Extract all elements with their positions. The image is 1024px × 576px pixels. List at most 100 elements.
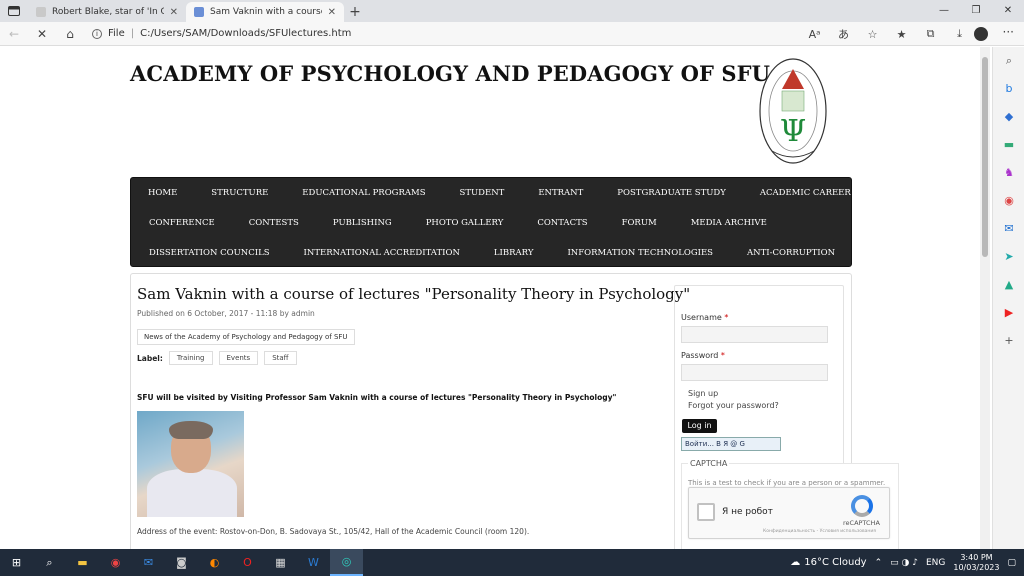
nav-item-structure[interactable]: STRUCTURE: [211, 188, 268, 198]
page-scrollbar[interactable]: [980, 47, 990, 549]
window-controls: — ❐ ✕: [928, 0, 1024, 22]
page-favicon-icon: [36, 7, 46, 17]
forgot-password-link[interactable]: Forgot your password?: [688, 401, 779, 410]
nav-item-anti-corruption[interactable]: ANTI-CORRUPTION: [747, 248, 835, 258]
university-logo: Ψ: [758, 55, 828, 167]
close-icon[interactable]: ✕: [170, 7, 178, 18]
add-icon[interactable]: +: [993, 327, 1024, 355]
captcha-note: This is a test to check if you are a per…: [688, 479, 886, 487]
password-label: Password *: [681, 351, 725, 360]
edge-icon[interactable]: ◎: [330, 549, 363, 576]
file-explorer-icon[interactable]: ▬: [66, 549, 99, 576]
tag-staff[interactable]: Staff: [264, 351, 297, 365]
speaker-photo: [137, 411, 244, 517]
username-input[interactable]: [681, 326, 828, 343]
tab-sam-vaknin[interactable]: Sam Vaknin with a course of lectu ✕: [186, 2, 344, 22]
site-title: ACADEMY OF PSYCHOLOGY AND PEDAGOGY OF SF…: [130, 61, 771, 86]
notifications-icon[interactable]: ▢: [1007, 558, 1016, 568]
word-icon[interactable]: W: [297, 549, 330, 576]
search-icon[interactable]: ⌕: [993, 47, 1024, 75]
tools-icon[interactable]: ▬: [993, 131, 1024, 159]
back-icon[interactable]: ←: [0, 27, 28, 41]
nav-row: HOME STRUCTURE EDUCATIONAL PROGRAMS STUD…: [148, 178, 851, 208]
nav-item-student[interactable]: STUDENT: [460, 188, 505, 198]
nav-item-postgraduate-study[interactable]: POSTGRADUATE STUDY: [617, 188, 726, 198]
nav-item-information-technologies[interactable]: INFORMATION TECHNOLOGIES: [567, 248, 713, 258]
nav-item-forum[interactable]: FORUM: [622, 218, 657, 228]
nav-item-home[interactable]: HOME: [148, 188, 177, 198]
outlook-icon[interactable]: ✉: [132, 549, 165, 576]
tag-events[interactable]: Events: [218, 351, 259, 365]
tab-robert-blake[interactable]: Robert Blake, star of 'In Cold Blo ✕: [28, 2, 186, 22]
url-field[interactable]: i File | C:/Users/SAM/Downloads/SFUlectu…: [92, 28, 351, 39]
shopping-icon[interactable]: ◆: [993, 103, 1024, 131]
games-icon[interactable]: ♞: [993, 159, 1024, 187]
username-label: Username *: [681, 313, 729, 322]
nav-item-academic-career[interactable]: ACADEMIC CAREER: [760, 188, 851, 198]
chrome-icon[interactable]: ◉: [99, 549, 132, 576]
weather-widget[interactable]: ☁ 16°C Cloudy: [790, 557, 866, 568]
tab-actions-icon[interactable]: [0, 0, 28, 22]
favorite-add-icon[interactable]: ☆: [858, 28, 887, 41]
restore-icon[interactable]: ❐: [960, 0, 992, 22]
telegram-icon[interactable]: ➤: [993, 243, 1024, 271]
social-login-button[interactable]: Войти... В Я @ G: [681, 437, 781, 451]
close-icon[interactable]: ✕: [328, 7, 336, 18]
windows-start-icon[interactable]: ⊞: [0, 549, 33, 576]
tag-training[interactable]: Training: [168, 351, 213, 365]
tray-icons[interactable]: ▭ ◑ ♪: [890, 558, 918, 568]
stop-icon[interactable]: ✕: [28, 27, 56, 41]
recaptcha-checkbox[interactable]: [697, 503, 715, 521]
password-input[interactable]: [681, 364, 828, 381]
nav-item-contacts[interactable]: CONTACTS: [537, 218, 587, 228]
tab-strip: Robert Blake, star of 'In Cold Blo ✕ Sam…: [0, 0, 1024, 22]
profile-avatar[interactable]: [974, 27, 988, 41]
psi-symbol: Ψ: [780, 114, 806, 149]
nav-item-library[interactable]: LIBRARY: [494, 248, 534, 258]
nav-item-media-archive[interactable]: MEDIA ARCHIVE: [691, 218, 767, 228]
tree-icon[interactable]: ▲: [993, 271, 1024, 299]
more-icon[interactable]: ···: [1003, 25, 1014, 39]
nav-item-photo-gallery[interactable]: PHOTO GALLERY: [426, 218, 504, 228]
home-icon[interactable]: ⌂: [56, 27, 84, 41]
login-button[interactable]: Log in: [682, 419, 717, 433]
recaptcha-terms[interactable]: Конфиденциальность - Условия использован…: [763, 529, 876, 534]
opera-icon[interactable]: O: [231, 549, 264, 576]
camera-icon[interactable]: ◙: [165, 549, 198, 576]
clock[interactable]: 3:40 PM 10/03/2023: [953, 553, 999, 573]
browser-toolbar: Aᵃ あ ☆ ★ ⧉ ⤓: [800, 22, 974, 46]
nav-item-conference[interactable]: CONFERENCE: [149, 218, 215, 228]
nav-item-international-accreditation[interactable]: INTERNATIONAL ACCREDITATION: [304, 248, 460, 258]
translate-icon[interactable]: あ: [829, 26, 858, 42]
chevron-up-icon[interactable]: ⌃: [875, 558, 883, 568]
language-indicator[interactable]: ENG: [926, 558, 945, 568]
download-icon[interactable]: ⤓: [945, 27, 974, 41]
nav-item-educational-programs[interactable]: EDUCATIONAL PROGRAMS: [302, 188, 425, 198]
close-window-icon[interactable]: ✕: [992, 0, 1024, 22]
windows-taskbar: ⊞ ⌕ ▬ ◉ ✉ ◙ ◐ O ▦ W ◎ ☁ 16°C Cloudy ⌃ ▭ …: [0, 549, 1024, 576]
scrollbar-thumb[interactable]: [982, 57, 988, 257]
photo-hair: [169, 421, 213, 439]
signup-link[interactable]: Sign up: [688, 389, 718, 398]
minimize-icon[interactable]: —: [928, 0, 960, 22]
firefox-icon[interactable]: ◐: [198, 549, 231, 576]
read-aloud-icon[interactable]: Aᵃ: [800, 28, 829, 41]
category-badge[interactable]: News of the Academy of Psychology and Pe…: [137, 329, 355, 345]
url-separator: |: [130, 28, 135, 39]
nav-item-entrant[interactable]: ENTRANT: [538, 188, 583, 198]
nav-item-contests[interactable]: CONTESTS: [249, 218, 299, 228]
nav-row: DISSERTATION COUNCILS INTERNATIONAL ACCR…: [149, 238, 835, 268]
store-icon[interactable]: ▦: [264, 549, 297, 576]
youtube-icon[interactable]: ▶: [993, 299, 1024, 327]
info-icon[interactable]: i: [92, 28, 102, 39]
search-icon[interactable]: ⌕: [33, 549, 66, 576]
outlook-icon[interactable]: ✉: [993, 215, 1024, 243]
nav-item-publishing[interactable]: PUBLISHING: [333, 218, 392, 228]
office-icon[interactable]: ◉: [993, 187, 1024, 215]
nav-item-dissertation-councils[interactable]: DISSERTATION COUNCILS: [149, 248, 270, 258]
published-info: Published on 6 October, 2017 - 11:18 by …: [137, 309, 315, 318]
bing-icon[interactable]: b: [993, 75, 1024, 103]
collections-icon[interactable]: ⧉: [916, 27, 945, 41]
favorites-icon[interactable]: ★: [887, 28, 916, 41]
new-tab-button[interactable]: +: [344, 2, 366, 22]
